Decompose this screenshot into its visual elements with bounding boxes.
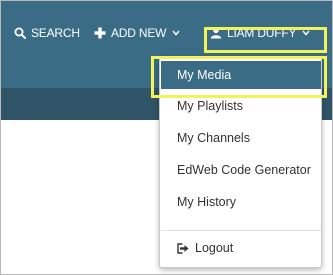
search-button[interactable]: SEARCH	[14, 22, 80, 44]
chevron-down-icon	[172, 30, 180, 36]
menu-item-edweb-code-generator[interactable]: EdWeb Code Generator	[161, 156, 321, 184]
add-new-label: ADD NEW	[111, 26, 167, 40]
add-new-button[interactable]: ADD NEW	[94, 22, 180, 44]
menu-item-label: My Channels	[177, 131, 250, 145]
menu-item-logout[interactable]: Logout	[161, 234, 321, 262]
menu-item-my-history[interactable]: My History	[161, 188, 321, 216]
user-menu-highlight	[204, 27, 327, 53]
search-icon	[14, 27, 26, 39]
menu-item-label: EdWeb Code Generator	[177, 163, 311, 177]
menu-item-label: My Playlists	[177, 99, 243, 113]
plus-icon	[94, 27, 106, 39]
menu-item-label: My History	[177, 195, 237, 209]
search-label: SEARCH	[31, 26, 80, 40]
sign-out-icon	[177, 242, 189, 254]
my-media-highlight	[151, 56, 327, 98]
menu-divider	[161, 230, 321, 231]
menu-item-my-channels[interactable]: My Channels	[161, 124, 321, 152]
logout-label: Logout	[195, 241, 234, 255]
